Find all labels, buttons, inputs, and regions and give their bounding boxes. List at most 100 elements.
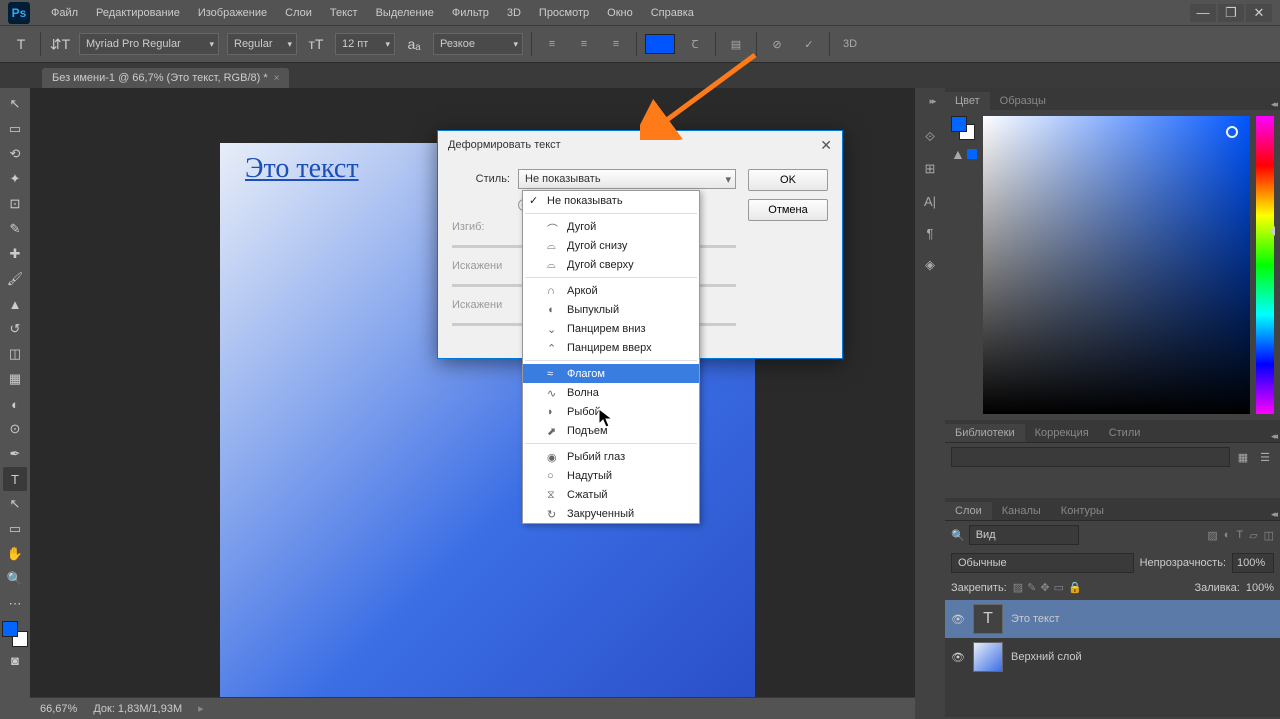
lock-pixels-icon[interactable]: ✎ xyxy=(1027,581,1036,594)
lib-grid-icon[interactable]: ▦ xyxy=(1234,448,1252,466)
filter-shape-icon[interactable]: ▱ xyxy=(1249,529,1257,542)
doc-size[interactable]: Док: 1,83M/1,93M xyxy=(93,703,182,715)
collapse-lib-icon[interactable]: ◂◂ xyxy=(1267,431,1280,442)
collapse-layers-icon[interactable]: ◂◂ xyxy=(1267,509,1280,520)
eraser-tool[interactable]: ◫ xyxy=(3,342,27,366)
blur-tool[interactable]: ◐ xyxy=(3,392,27,416)
font-family-select[interactable]: Myriad Pro Regular xyxy=(79,33,219,55)
tab-swatches[interactable]: Образцы xyxy=(990,92,1056,110)
edit-toolbar[interactable]: ⋯ xyxy=(3,592,27,616)
move-tool[interactable]: ↖ xyxy=(3,92,27,116)
fg-swatch[interactable] xyxy=(951,116,975,140)
cube-icon[interactable]: ◈ xyxy=(919,254,941,276)
align-left-icon[interactable]: ≡ xyxy=(540,32,564,56)
lock-pos-icon[interactable]: ✥ xyxy=(1040,581,1049,594)
tab-layers[interactable]: Слои xyxy=(945,502,992,520)
color-field[interactable] xyxy=(983,116,1250,414)
window-minimize[interactable]: — xyxy=(1190,4,1216,22)
tab-adjustments[interactable]: Коррекция xyxy=(1025,424,1099,442)
lock-trans-icon[interactable]: ▨ xyxy=(1013,581,1023,594)
dropdown-item-fisheye[interactable]: ◉Рыбий глаз xyxy=(523,447,699,466)
menu-edit[interactable]: Редактирование xyxy=(87,7,189,19)
crop-tool[interactable]: ⊡ xyxy=(3,192,27,216)
layer-name[interactable]: Верхний слой xyxy=(1011,651,1082,663)
orientation-icon[interactable]: ⇵T xyxy=(49,33,71,55)
eyedropper-tool[interactable]: ✎ xyxy=(3,217,27,241)
commit-icon[interactable]: ✓ xyxy=(797,32,821,56)
dropdown-item-bulge[interactable]: ◖Выпуклый xyxy=(523,300,699,319)
pen-tool[interactable]: ✒ xyxy=(3,442,27,466)
window-maximize[interactable]: ❐ xyxy=(1218,4,1244,22)
dropdown-item-arc-upper[interactable]: ⌓Дугой сверху xyxy=(523,255,699,274)
cancel-button[interactable]: Отмена xyxy=(748,199,828,221)
menu-select[interactable]: Выделение xyxy=(367,7,443,19)
dropdown-item-wave[interactable]: ∿Волна xyxy=(523,383,699,402)
filter-type-icon[interactable]: T xyxy=(1236,529,1243,542)
font-size-select[interactable]: 12 пт xyxy=(335,33,395,55)
menu-image[interactable]: Изображение xyxy=(189,7,276,19)
warp-text-icon[interactable]: Ꞇ xyxy=(683,32,707,56)
menu-file[interactable]: Файл xyxy=(42,7,87,19)
dropdown-item-arc[interactable]: ⌒Дугой xyxy=(523,217,699,236)
shape-tool[interactable]: ▭ xyxy=(3,517,27,541)
blend-mode-select[interactable]: Обычные xyxy=(951,553,1134,573)
filter-pixel-icon[interactable]: ▨ xyxy=(1207,529,1217,542)
dropdown-item-arch[interactable]: ∩Аркой xyxy=(523,281,699,300)
menu-layers[interactable]: Слои xyxy=(276,7,321,19)
document-tab[interactable]: Без имени-1 @ 66,7% (Это текст, RGB/8) *… xyxy=(42,68,289,88)
menu-3d[interactable]: 3D xyxy=(498,7,530,19)
properties-icon[interactable]: ⊞ xyxy=(919,158,941,180)
quickmask-tool[interactable]: ◙ xyxy=(3,648,27,672)
dropdown-item-twist[interactable]: ↻Закрученный xyxy=(523,504,699,523)
lib-list-icon[interactable]: ☰ xyxy=(1256,448,1274,466)
wand-tool[interactable]: ✦ xyxy=(3,167,27,191)
collapse-dock-icon[interactable]: ▸▸ xyxy=(921,90,943,112)
layer-row[interactable]: 👁 Верхний слой xyxy=(945,638,1280,676)
marquee-tool[interactable]: ▭ xyxy=(3,117,27,141)
align-center-icon[interactable]: ≡ xyxy=(572,32,596,56)
dropdown-item-shell-upper[interactable]: ⌃Панцирем вверх xyxy=(523,338,699,357)
text-layer-content[interactable]: Это текст xyxy=(245,153,359,185)
layer-name[interactable]: Это текст xyxy=(1011,613,1060,625)
visibility-icon[interactable]: 👁 xyxy=(951,613,965,626)
window-close[interactable]: ✕ xyxy=(1246,4,1272,22)
opacity-value[interactable]: 100% xyxy=(1232,553,1274,573)
char-panel-icon[interactable]: ▤ xyxy=(724,32,748,56)
history-icon[interactable]: ⟐ xyxy=(919,126,941,148)
tab-libraries[interactable]: Библиотеки xyxy=(945,424,1025,442)
menu-help[interactable]: Справка xyxy=(642,7,703,19)
hue-strip[interactable] xyxy=(1256,116,1274,414)
filter-adjust-icon[interactable]: ◐ xyxy=(1224,529,1231,542)
zoom-tool[interactable]: 🔍 xyxy=(3,567,27,591)
cancel-icon[interactable]: ⊘ xyxy=(765,32,789,56)
type-tool[interactable]: T xyxy=(3,467,27,491)
fill-value[interactable]: 100% xyxy=(1246,582,1274,594)
tab-paths[interactable]: Контуры xyxy=(1051,502,1114,520)
tool-preset-icon[interactable]: T xyxy=(10,33,32,55)
fg-bg-colors[interactable] xyxy=(2,621,28,647)
tab-styles[interactable]: Стили xyxy=(1099,424,1151,442)
dropdown-item-flag[interactable]: ≈Флагом xyxy=(523,364,699,383)
visibility-icon[interactable]: 👁 xyxy=(951,651,965,664)
tab-channels[interactable]: Каналы xyxy=(992,502,1051,520)
filter-smart-icon[interactable]: ◫ xyxy=(1264,529,1274,542)
text-color-swatch[interactable] xyxy=(645,34,675,54)
lock-artboard-icon[interactable]: ▭ xyxy=(1054,581,1064,594)
dropdown-item-arc-lower[interactable]: ⌓Дугой снизу xyxy=(523,236,699,255)
collapse-panel-icon[interactable]: ◂◂ xyxy=(1267,99,1280,110)
brush-tool[interactable]: 🖌 xyxy=(3,267,27,291)
threeD-icon[interactable]: 3D xyxy=(838,32,862,56)
heal-tool[interactable]: ✚ xyxy=(3,242,27,266)
hand-tool[interactable]: ✋ xyxy=(3,542,27,566)
dropdown-item-squeeze[interactable]: ⧖Сжатый xyxy=(523,485,699,504)
paragraph-icon[interactable]: ¶ xyxy=(919,222,941,244)
path-select-tool[interactable]: ↖ xyxy=(3,492,27,516)
dropdown-item-shell-lower[interactable]: ⌄Панцирем вниз xyxy=(523,319,699,338)
library-select[interactable] xyxy=(951,447,1230,467)
dropdown-item-none[interactable]: Не показывать xyxy=(523,191,699,210)
menu-filter[interactable]: Фильтр xyxy=(443,7,498,19)
dropdown-item-rise[interactable]: ⬈Подъем xyxy=(523,421,699,440)
history-brush-tool[interactable]: ↺ xyxy=(3,317,27,341)
align-right-icon[interactable]: ≡ xyxy=(604,32,628,56)
character-icon[interactable]: A| xyxy=(919,190,941,212)
